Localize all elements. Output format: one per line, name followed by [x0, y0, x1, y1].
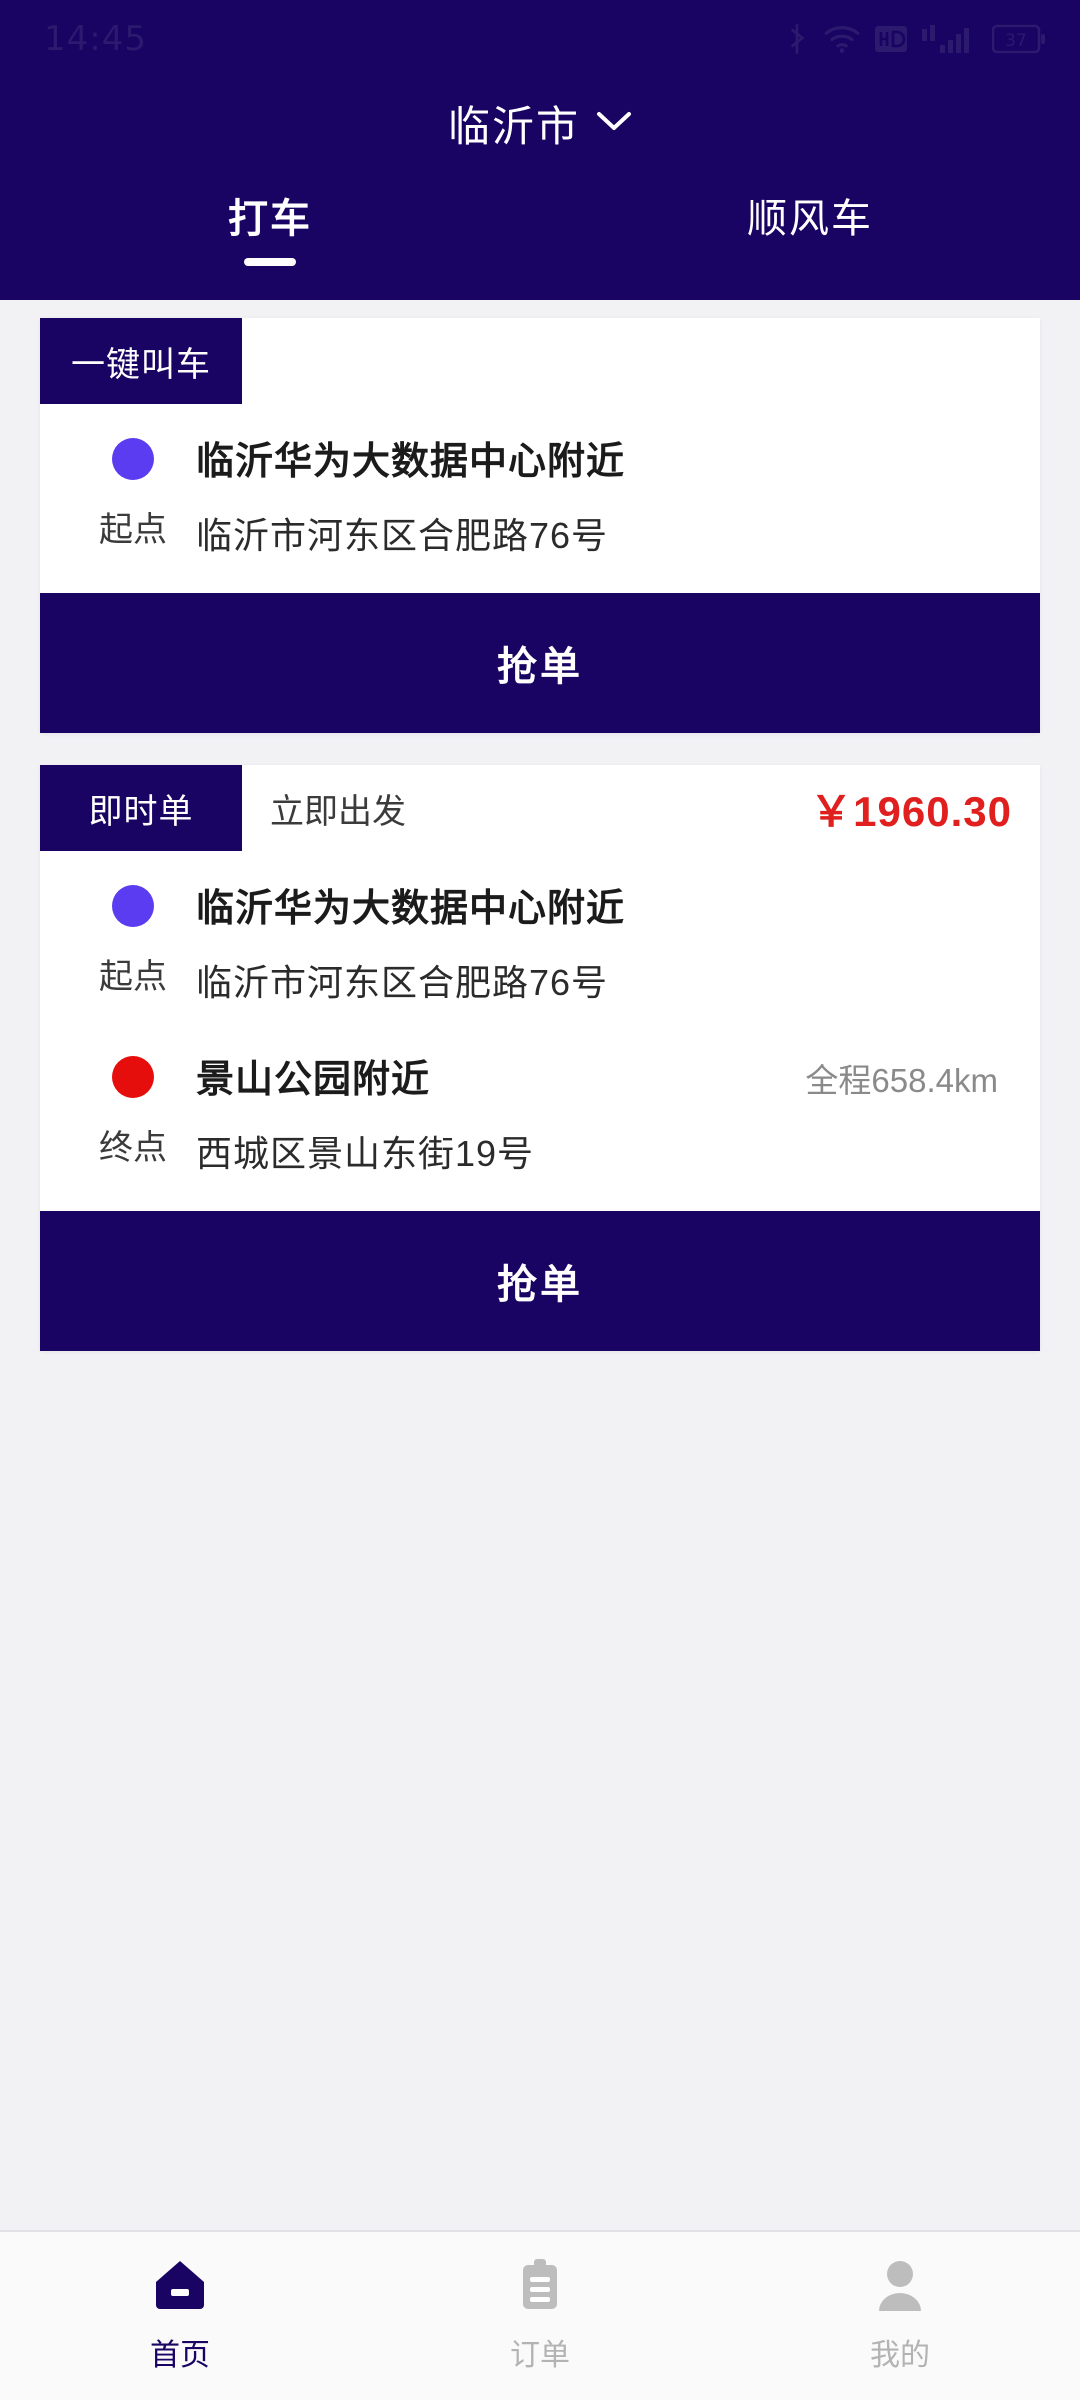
nav-item-orders[interactable]: 订单 [360, 2254, 720, 2374]
route-leg-marker: 起点 [70, 430, 196, 559]
status-icon-group: 37 [784, 22, 1046, 56]
route-leg-address: 西城区景山东街19号 [196, 1133, 535, 1174]
home-icon [149, 2254, 211, 2318]
clipboard-icon [509, 2254, 571, 2318]
tab-label: 打车 [228, 197, 312, 241]
order-card-header: 即时单 立即出发 ￥1960.30 [40, 765, 1040, 851]
order-card[interactable]: 一键叫车 起点 临沂华为大数据中心附近 临沂市河东区合肥路76号 抢单 [40, 318, 1040, 733]
departure-time-text: 立即出发 [270, 792, 406, 831]
route-leg-title-row: 景山公园附近 全程658.4km [196, 1048, 1010, 1103]
total-distance: 全程658.4km [805, 1062, 998, 1099]
order-card[interactable]: 即时单 立即出发 ￥1960.30 起点 临沂华为大数据中心附近 临沂市河东区合… [40, 765, 1040, 1351]
tab-label: 顺风车 [747, 197, 873, 241]
route-leg-type-label: 起点 [99, 958, 167, 996]
order-type-badge: 一键叫车 [40, 318, 242, 404]
person-icon [869, 2254, 931, 2318]
tab-active-indicator [244, 258, 296, 266]
nav-item-home[interactable]: 首页 [0, 2254, 360, 2374]
route-leg-type-label: 起点 [99, 511, 167, 549]
route-leg-texts: 景山公园附近 全程658.4km 西城区景山东街19号 [196, 1048, 1010, 1177]
svg-text:37: 37 [1005, 31, 1027, 51]
destination-dot-icon [112, 1056, 154, 1098]
wifi-icon [823, 23, 861, 55]
signal-icon [921, 23, 979, 55]
battery-icon: 37 [992, 24, 1046, 54]
route-leg-title: 景山公园附近 [196, 1059, 431, 1101]
city-name: 临沂市 [447, 102, 580, 150]
route-leg-title-row: 临沂华为大数据中心附近 [196, 430, 1010, 485]
grab-order-button[interactable]: 抢单 [40, 593, 1040, 733]
grab-order-button[interactable]: 抢单 [40, 1211, 1040, 1351]
origin-dot-icon [112, 438, 154, 480]
route-leg-marker: 终点 [70, 1048, 196, 1177]
order-card-body: 起点 临沂华为大数据中心附近 临沂市河东区合肥路76号 [40, 404, 1040, 593]
route-leg-origin: 起点 临沂华为大数据中心附近 临沂市河东区合肥路76号 [70, 430, 1010, 559]
tab-dache[interactable]: 打车 [0, 186, 540, 266]
status-time: 14:45 [44, 19, 147, 59]
route-leg-title: 临沂华为大数据中心附近 [196, 888, 626, 930]
nav-item-label: 订单 [510, 2339, 570, 2372]
nav-item-profile[interactable]: 我的 [720, 2254, 1080, 2374]
route-leg-texts: 临沂华为大数据中心附近 临沂市河东区合肥路76号 [196, 877, 1010, 1006]
route-leg-title-row: 临沂华为大数据中心附近 [196, 877, 1010, 932]
nav-item-label: 首页 [150, 2339, 210, 2372]
tab-bar: 打车 顺风车 [0, 168, 1080, 288]
origin-dot-icon [112, 885, 154, 927]
order-card-header: 一键叫车 [40, 318, 1040, 404]
bluetooth-icon [784, 22, 810, 56]
app-header: 14:45 37 临沂市 打车 顺风车 [0, 0, 1080, 300]
route-leg-texts: 临沂华为大数据中心附近 临沂市河东区合肥路76号 [196, 430, 1010, 559]
bottom-navigation: 首页 订单 我的 [0, 2230, 1080, 2400]
order-price: ￥1960.30 [810, 787, 1012, 835]
app-root: 14:45 37 临沂市 打车 顺风车 一键叫车 起点 临沂华为大数据中心附近 … [0, 0, 1080, 2400]
route-leg-type-label: 终点 [99, 1129, 167, 1167]
order-type-badge: 即时单 [40, 765, 242, 851]
city-selector[interactable]: 临沂市 [0, 78, 1080, 168]
order-list: 一键叫车 起点 临沂华为大数据中心附近 临沂市河东区合肥路76号 抢单 即时单 … [0, 300, 1080, 2230]
route-leg-origin: 起点 临沂华为大数据中心附近 临沂市河东区合肥路76号 [70, 877, 1010, 1006]
status-bar: 14:45 37 [0, 0, 1080, 78]
route-leg-address: 临沂市河东区合肥路76号 [196, 515, 609, 556]
route-leg-title: 临沂华为大数据中心附近 [196, 441, 626, 483]
hd-icon [874, 25, 908, 53]
tab-shunfengche[interactable]: 顺风车 [540, 186, 1080, 266]
route-leg-marker: 起点 [70, 877, 196, 1006]
route-leg-address: 临沂市河东区合肥路76号 [196, 962, 609, 1003]
route-leg-destination: 终点 景山公园附近 全程658.4km 西城区景山东街19号 [70, 1048, 1010, 1177]
chevron-down-icon[interactable] [596, 110, 632, 137]
order-card-body: 起点 临沂华为大数据中心附近 临沂市河东区合肥路76号 终点 景山公园附近 全程… [40, 851, 1040, 1211]
nav-item-label: 我的 [870, 2339, 930, 2372]
